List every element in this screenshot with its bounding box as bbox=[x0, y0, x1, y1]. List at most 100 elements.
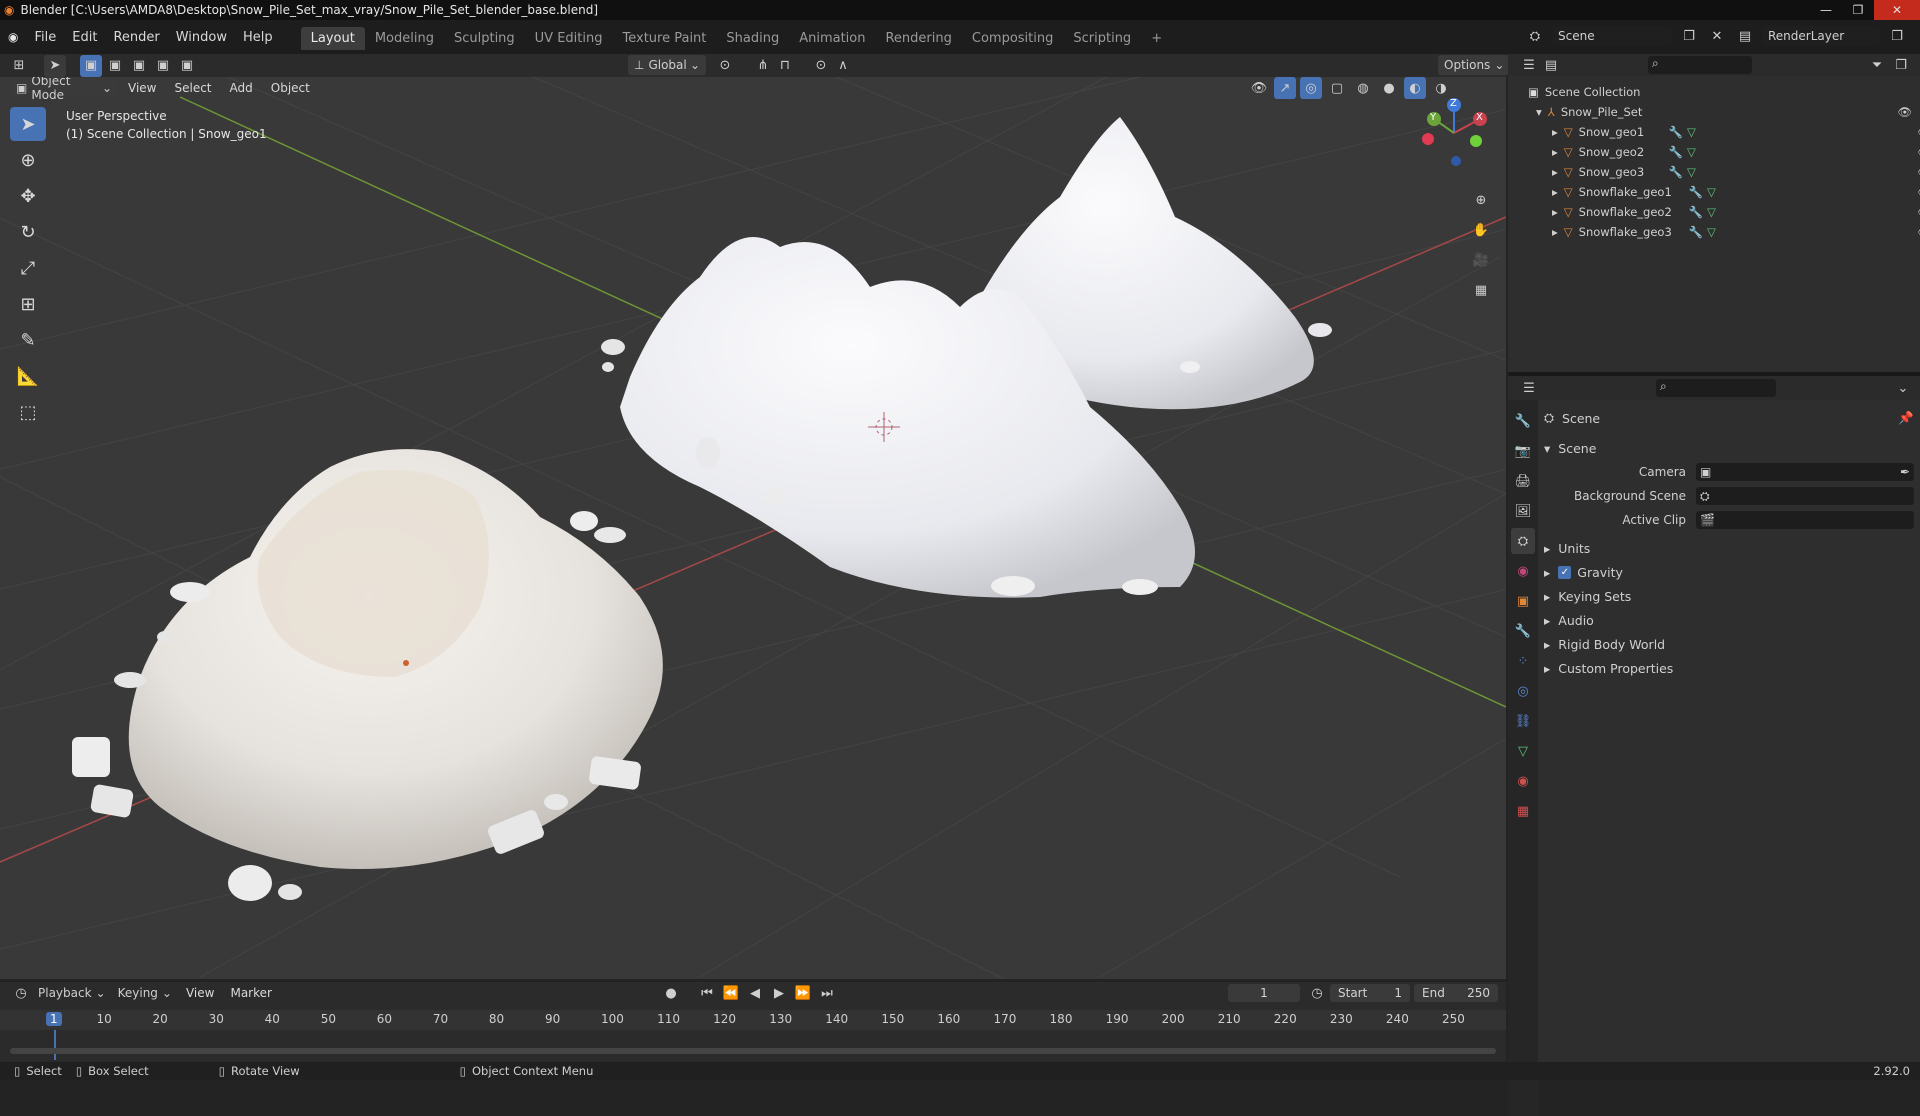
subpanel-header[interactable]: ▸ ✓ Gravity bbox=[1544, 560, 1914, 584]
3d-viewport[interactable]: User Perspective (1) Scene Collection | … bbox=[0, 77, 1506, 979]
navigation-gizmo[interactable]: Z X Y bbox=[1418, 97, 1490, 169]
delete-renderlayer-icon[interactable]: ✕ bbox=[1914, 25, 1920, 47]
wireframe-shading-icon[interactable]: ◍ bbox=[1352, 77, 1374, 99]
play-icon[interactable]: ▶ bbox=[768, 982, 790, 1004]
outliner-object-row[interactable]: ▸▽Snowflake_geo1🔧▽👁 bbox=[1528, 182, 1920, 202]
outliner-collection-row[interactable]: ▾ ⅄ Snow_Pile_Set 👁 bbox=[1528, 102, 1920, 122]
expand-arrow-icon[interactable]: ▸ bbox=[1552, 145, 1558, 159]
transform-tool-icon[interactable]: ⊞ bbox=[10, 287, 46, 321]
modifier-props-icon[interactable]: 🔧 bbox=[1511, 618, 1535, 644]
pivot-point-icon[interactable]: ⊙ bbox=[714, 54, 736, 76]
expand-arrow-icon[interactable]: ▸ bbox=[1552, 185, 1558, 199]
material-props-icon[interactable]: ◉ bbox=[1511, 768, 1535, 794]
jump-start-icon[interactable]: ⏮ bbox=[696, 982, 718, 1004]
subpanel-header[interactable]: ▸ Keying Sets bbox=[1544, 584, 1914, 608]
eyedropper-icon[interactable]: ✒ bbox=[1900, 465, 1914, 479]
snap-icon[interactable]: ⋔ bbox=[752, 54, 774, 76]
outliner-object-row[interactable]: ▸▽Snowflake_geo3🔧▽👁 bbox=[1528, 222, 1920, 242]
mesh-data-icon[interactable]: ▽ bbox=[1707, 205, 1716, 219]
select-tool-icon[interactable]: ➤ bbox=[44, 54, 66, 77]
tab-shading[interactable]: Shading bbox=[716, 27, 789, 50]
outliner-search-input[interactable]: ⌕ bbox=[1648, 56, 1752, 74]
viewport-canvas[interactable] bbox=[0, 77, 1506, 979]
next-keyframe-icon[interactable]: ⏩ bbox=[792, 982, 814, 1004]
active-clip-field[interactable]: 🎬 bbox=[1696, 511, 1914, 529]
select-subtract-icon[interactable]: ▣ bbox=[128, 55, 150, 77]
modifier-wrench-icon[interactable]: 🔧 bbox=[1669, 165, 1683, 179]
measure-tool-icon[interactable]: 📐 bbox=[10, 359, 46, 393]
select-intersect-icon[interactable]: ▣ bbox=[176, 55, 198, 77]
background-scene-field[interactable]: ⛭ bbox=[1696, 487, 1914, 505]
gizmo-toggle-icon[interactable]: ↗ bbox=[1274, 77, 1296, 99]
play-reverse-icon[interactable]: ◀ bbox=[744, 982, 766, 1004]
display-mode-icon[interactable]: ▤ bbox=[1540, 54, 1562, 76]
delete-scene-icon[interactable]: ✕ bbox=[1706, 25, 1728, 47]
physics-props-icon[interactable]: ◎ bbox=[1511, 678, 1535, 704]
minimize-icon[interactable]: — bbox=[1810, 0, 1842, 20]
constraint-props-icon[interactable]: ⛓ bbox=[1511, 708, 1535, 734]
tab-scripting[interactable]: Scripting bbox=[1063, 27, 1141, 50]
proportional-edit-icon[interactable]: ⊙ bbox=[810, 54, 832, 76]
filter-icon[interactable]: ⏷ bbox=[1866, 54, 1888, 76]
outliner-object-row[interactable]: ▸▽Snow_geo2🔧▽👁 bbox=[1528, 142, 1920, 162]
menu-help[interactable]: Help bbox=[235, 30, 281, 45]
viewport-menu-object[interactable]: Object bbox=[263, 81, 318, 95]
overlay-toggle-icon[interactable]: ◎ bbox=[1300, 77, 1322, 99]
blender-menu-icon[interactable]: ◉ bbox=[0, 30, 26, 44]
expand-arrow-icon[interactable]: ▸ bbox=[1552, 205, 1558, 219]
start-frame-field[interactable]: Start 1 bbox=[1330, 984, 1410, 1002]
chevron-down-icon[interactable]: ⌄ bbox=[1892, 377, 1914, 399]
pan-hand-icon[interactable]: ✋ bbox=[1470, 219, 1492, 241]
scene-panel-header[interactable]: ▾ Scene bbox=[1544, 436, 1914, 460]
scene-props-icon[interactable]: ⛭ bbox=[1511, 528, 1535, 554]
outliner-object-row[interactable]: ▸▽Snowflake_geo2🔧▽👁 bbox=[1528, 202, 1920, 222]
subpanel-header[interactable]: ▸ Units bbox=[1544, 536, 1914, 560]
texture-props-icon[interactable]: ▦ bbox=[1511, 798, 1535, 824]
outliner-object-row[interactable]: ▸▽Snow_geo3🔧▽👁 bbox=[1528, 162, 1920, 182]
scene-icon[interactable]: ⛭ bbox=[1524, 25, 1546, 47]
outliner-object-row[interactable]: ▸▽Snow_geo1🔧▽👁 bbox=[1528, 122, 1920, 142]
annotate-tool-icon[interactable]: ✎ bbox=[10, 323, 46, 357]
timeline-menu-keying[interactable]: Keying ⌄ bbox=[112, 983, 178, 1003]
mesh-data-icon[interactable]: ▽ bbox=[1707, 185, 1716, 199]
modifier-wrench-icon[interactable]: 🔧 bbox=[1689, 205, 1703, 219]
modifier-wrench-icon[interactable]: 🔧 bbox=[1669, 125, 1683, 139]
new-renderlayer-icon[interactable]: ❐ bbox=[1886, 25, 1908, 47]
preview-range-clock-icon[interactable]: ◷ bbox=[1306, 982, 1328, 1004]
outliner-editor-icon[interactable]: ☰ bbox=[1518, 54, 1540, 76]
add-workspace-icon[interactable]: + bbox=[1141, 27, 1172, 50]
menu-file[interactable]: File bbox=[26, 30, 64, 45]
properties-search-input[interactable]: ⌕ bbox=[1656, 379, 1776, 397]
expand-arrow-icon[interactable]: ▸ bbox=[1552, 165, 1558, 179]
outliner-scene-collection[interactable]: ▣ Scene Collection bbox=[1528, 82, 1920, 102]
viewport-menu-add[interactable]: Add bbox=[222, 81, 261, 95]
tab-compositing[interactable]: Compositing bbox=[962, 27, 1064, 50]
gravity-checkbox[interactable]: ✓ bbox=[1558, 565, 1572, 579]
move-tool-icon[interactable]: ✥ bbox=[10, 179, 46, 213]
mesh-data-icon[interactable]: ▽ bbox=[1687, 125, 1696, 139]
solid-shading-icon[interactable]: ● bbox=[1378, 77, 1400, 99]
frame-ruler[interactable]: 1 10 20 30 40 50 60 70 80 90 100 110 120 130 140 150 160… bbox=[0, 1010, 1506, 1060]
timeline-menu-playback[interactable]: Playback ⌄ bbox=[32, 983, 112, 1003]
tab-modeling[interactable]: Modeling bbox=[365, 27, 444, 50]
mesh-data-icon[interactable]: ▽ bbox=[1707, 225, 1716, 239]
mesh-data-icon[interactable]: ▽ bbox=[1687, 145, 1696, 159]
expand-arrow-icon[interactable]: ▸ bbox=[1552, 125, 1558, 139]
tab-rendering[interactable]: Rendering bbox=[875, 27, 961, 50]
pin-icon[interactable]: 📌 bbox=[1898, 410, 1914, 426]
modifier-wrench-icon[interactable]: 🔧 bbox=[1689, 185, 1703, 199]
render-props-icon[interactable]: 📷 bbox=[1511, 438, 1535, 464]
menu-edit[interactable]: Edit bbox=[64, 30, 105, 45]
new-scene-icon[interactable]: ❐ bbox=[1678, 25, 1700, 47]
cursor-tool-icon[interactable]: ⊕ bbox=[10, 143, 46, 177]
expand-arrow-icon[interactable]: ▾ bbox=[1536, 105, 1542, 119]
timeline-editor-icon[interactable]: ◷ bbox=[10, 982, 32, 1004]
select-invert-icon[interactable]: ▣ bbox=[152, 55, 174, 77]
close-icon[interactable]: ✕ bbox=[1874, 0, 1920, 20]
record-icon[interactable]: ● bbox=[660, 982, 682, 1004]
viewport-menu-view[interactable]: View bbox=[120, 81, 164, 95]
subpanel-header[interactable]: ▸ Rigid Body World bbox=[1544, 632, 1914, 656]
camera-view-icon[interactable]: 🎥 bbox=[1470, 249, 1492, 271]
transform-orientation-dropdown[interactable]: ⊥ Global ⌄ bbox=[628, 55, 706, 75]
add-cube-tool-icon[interactable]: ⬚ bbox=[10, 395, 46, 429]
